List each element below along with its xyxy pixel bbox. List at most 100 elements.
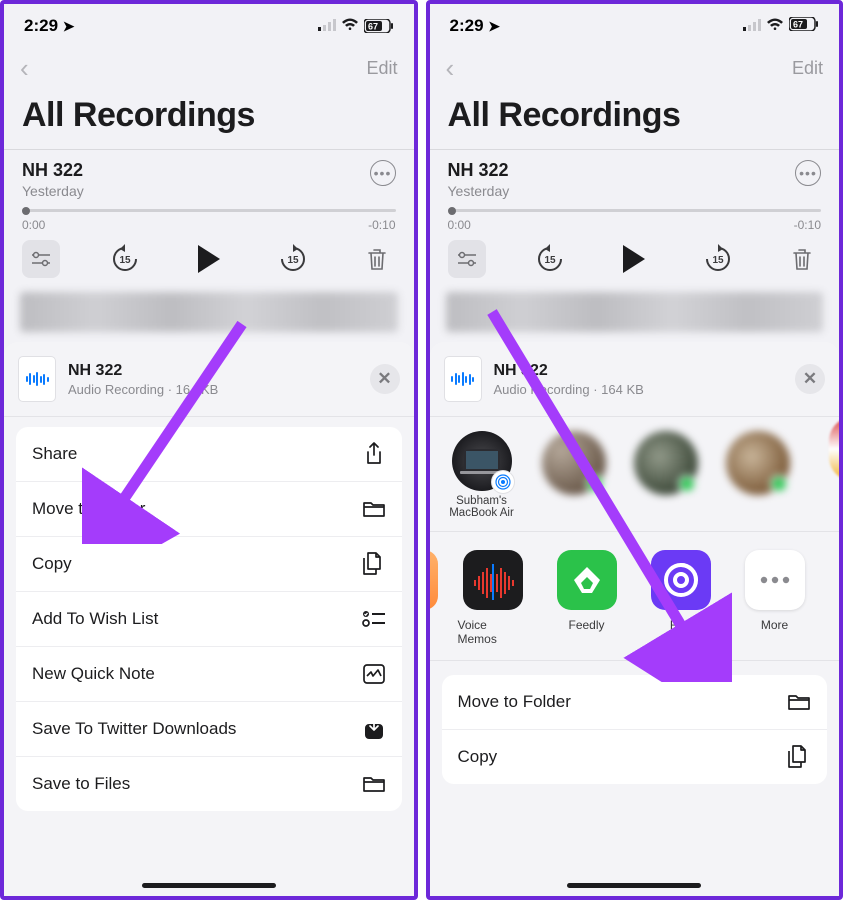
- app-voice-memos[interactable]: Voice Memos: [458, 550, 528, 646]
- share-file-subtitle: Audio Recording · 164 KB: [494, 382, 644, 397]
- delete-button[interactable]: [783, 240, 821, 278]
- time-end: -0:10: [368, 218, 395, 232]
- svg-text:15: 15: [545, 255, 557, 266]
- svg-text:67: 67: [793, 20, 803, 30]
- action-wishlist[interactable]: Add To Wish List: [16, 592, 402, 647]
- action-quicknote[interactable]: New Quick Note: [16, 647, 402, 702]
- time-end: -0:10: [794, 218, 821, 232]
- wifi-icon: [341, 16, 359, 36]
- svg-text:67: 67: [367, 22, 377, 32]
- app-feedly[interactable]: Feedly: [552, 550, 622, 646]
- share-apps-row: Voice Memos Feedly Rev More: [430, 532, 840, 661]
- share-sheet: NH 322 Audio Recording · 164 KB ✕ Share …: [4, 342, 414, 896]
- audio-scrubber[interactable]: 0:00 -0:10: [430, 205, 840, 234]
- recording-subtitle: Yesterday: [448, 183, 510, 199]
- recording-row[interactable]: NH 322 Yesterday •••: [430, 149, 840, 205]
- svg-text:15: 15: [287, 255, 299, 266]
- back-chevron-icon[interactable]: ‹: [20, 53, 29, 84]
- airdrop-contact-blurred-3[interactable]: [720, 431, 796, 519]
- checklist-icon: [362, 607, 386, 631]
- folder-open-icon: [362, 772, 386, 796]
- share-file-title: NH 322: [68, 362, 218, 380]
- partial-app-left[interactable]: [430, 550, 438, 610]
- delete-button[interactable]: [358, 240, 396, 278]
- rewind-15-button[interactable]: 15: [106, 240, 144, 278]
- status-bar: 2:29 ➤ 67: [4, 4, 414, 48]
- status-time: 2:29 ➤: [450, 16, 501, 36]
- status-right: 67: [318, 16, 394, 36]
- action-save-files[interactable]: Save to Files: [16, 757, 402, 811]
- action-list: Share Move to Folder Copy Add To Wish Li…: [16, 427, 402, 811]
- status-right: 67: [743, 16, 819, 36]
- airdrop-avatar: [452, 431, 512, 491]
- edit-button[interactable]: Edit: [366, 58, 397, 79]
- rev-icon: [651, 550, 711, 610]
- copy-icon: [787, 745, 811, 769]
- more-apps-icon: [745, 550, 805, 610]
- blurred-content: [20, 292, 398, 332]
- action-twitter-downloads[interactable]: Save To Twitter Downloads: [16, 702, 402, 757]
- folder-icon: [362, 497, 386, 521]
- action-copy[interactable]: Copy: [16, 537, 402, 592]
- blurred-content: [446, 292, 824, 332]
- app-more[interactable]: More: [740, 550, 810, 646]
- feedly-icon: [557, 550, 617, 610]
- recording-row[interactable]: NH 322 Yesterday •••: [4, 149, 414, 205]
- action-move-folder[interactable]: Move to Folder: [16, 482, 402, 537]
- download-box-icon: [362, 717, 386, 741]
- play-button[interactable]: [615, 240, 653, 278]
- share-icon: [362, 442, 386, 466]
- share-sheet-header: NH 322 Audio Recording · 164 KB ✕: [4, 342, 414, 417]
- wifi-icon: [766, 16, 784, 36]
- copy-icon: [362, 552, 386, 576]
- rewind-15-button[interactable]: 15: [531, 240, 569, 278]
- nav-bar: ‹ Edit: [430, 48, 840, 88]
- share-sheet-header: NH 322 Audio Recording · 164 KB ✕: [430, 342, 840, 417]
- airdrop-contact-blurred-1[interactable]: [536, 431, 612, 519]
- app-rev[interactable]: Rev: [646, 550, 716, 646]
- location-arrow-icon: ➤: [488, 18, 500, 34]
- battery-icon: 67: [364, 19, 394, 33]
- page-title: All Recordings: [430, 88, 840, 149]
- phone-right: 2:29 ➤ 67 ‹ Edit All Recordings NH 322 Y…: [426, 0, 843, 900]
- action-copy[interactable]: Copy: [442, 730, 828, 784]
- note-icon: [362, 662, 386, 686]
- audio-scrubber[interactable]: 0:00 -0:10: [4, 205, 414, 234]
- cellular-icon: [318, 16, 336, 36]
- time-start: 0:00: [22, 218, 45, 232]
- airdrop-badge-icon: [492, 471, 514, 493]
- page-title: All Recordings: [4, 88, 414, 149]
- action-share[interactable]: Share: [16, 427, 402, 482]
- status-bar: 2:29 ➤ 67: [430, 4, 840, 48]
- close-sheet-button[interactable]: ✕: [795, 364, 825, 394]
- recording-subtitle: Yesterday: [22, 183, 84, 199]
- edit-button[interactable]: Edit: [792, 58, 823, 79]
- options-sliders-button[interactable]: [22, 240, 60, 278]
- more-options-button[interactable]: •••: [795, 160, 821, 186]
- status-time: 2:29 ➤: [24, 16, 75, 36]
- airdrop-contact-partial[interactable]: [829, 417, 839, 481]
- more-options-button[interactable]: •••: [370, 160, 396, 186]
- share-file-title: NH 322: [494, 362, 644, 380]
- airdrop-contact-blurred-2[interactable]: [628, 431, 704, 519]
- close-sheet-button[interactable]: ✕: [370, 364, 400, 394]
- back-chevron-icon[interactable]: ‹: [446, 53, 455, 84]
- home-indicator[interactable]: [567, 883, 701, 888]
- home-indicator[interactable]: [142, 883, 276, 888]
- forward-15-button[interactable]: 15: [274, 240, 312, 278]
- location-arrow-icon: ➤: [63, 18, 75, 34]
- battery-icon: 67: [789, 16, 819, 36]
- svg-text:15: 15: [713, 255, 725, 266]
- airdrop-contact-macbook[interactable]: Subham's MacBook Air: [444, 431, 520, 519]
- airdrop-label-1: Subham's: [456, 495, 507, 507]
- action-move-folder[interactable]: Move to Folder: [442, 675, 828, 730]
- forward-15-button[interactable]: 15: [699, 240, 737, 278]
- airdrop-label-2: MacBook Air: [449, 507, 514, 519]
- folder-icon: [787, 690, 811, 714]
- nav-bar: ‹ Edit: [4, 48, 414, 88]
- airdrop-row: Subham's MacBook Air: [430, 417, 840, 532]
- play-button[interactable]: [190, 240, 228, 278]
- recording-title: NH 322: [22, 160, 84, 181]
- options-sliders-button[interactable]: [448, 240, 486, 278]
- share-file-subtitle: Audio Recording · 164 KB: [68, 382, 218, 397]
